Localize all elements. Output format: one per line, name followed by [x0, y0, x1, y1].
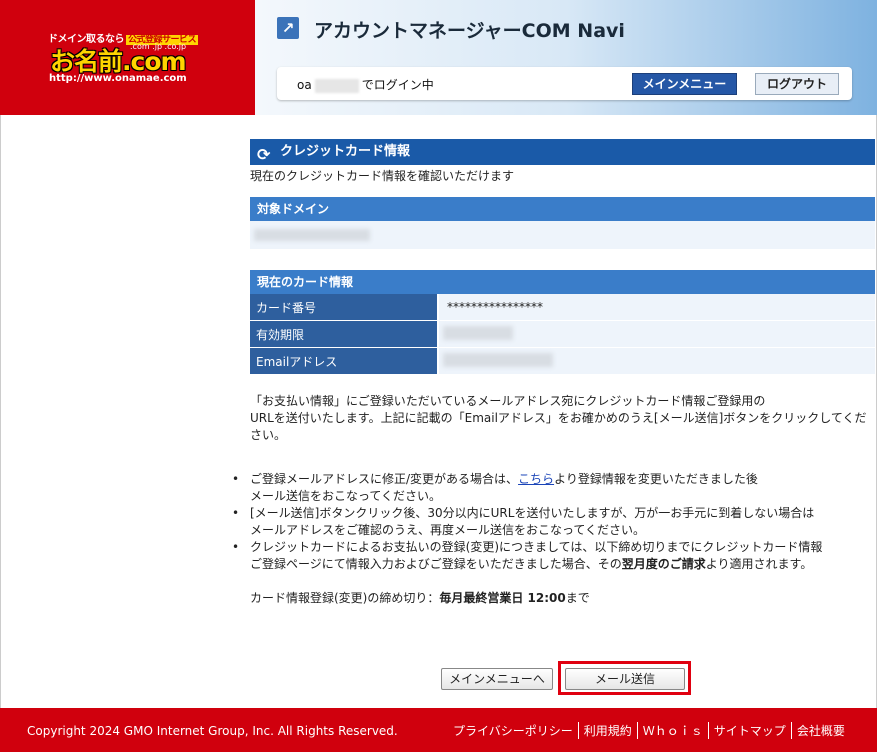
app-title: アカウントマネージャーCOM Navi: [314, 20, 625, 42]
list-item: [メール送信]ボタンクリック後、30分以内にURLを送付いたしますが、万が一お手…: [232, 505, 875, 539]
main-content: ⟳ クレジットカード情報 現在のクレジットカード情報を確認いただけます 対象ドメ…: [232, 139, 875, 606]
expiry-value: [438, 320, 875, 348]
card-info-table: カード番号 **************** 有効期限 Emailアドレス: [250, 294, 875, 375]
main-menu-button[interactable]: メインメニュー: [632, 73, 737, 95]
footer-link-sitemap[interactable]: サイトマップ: [707, 722, 791, 739]
change-registration-link[interactable]: こちら: [518, 472, 554, 486]
footer-link-company[interactable]: 会社概要: [790, 722, 850, 739]
masked-email: [443, 353, 553, 367]
refresh-icon: ⟳: [257, 145, 271, 164]
section-description: 現在のクレジットカード情報を確認いただけます: [250, 169, 515, 183]
target-domain-header: 対象ドメイン: [250, 197, 875, 221]
send-mail-highlight: [558, 661, 691, 695]
login-status-bar: oa でログイン中 メインメニュー ログアウト: [277, 67, 852, 100]
footer: Copyright 2024 GMO Internet Group, Inc. …: [0, 708, 877, 752]
copyright: Copyright 2024 GMO Internet Group, Inc. …: [27, 724, 398, 738]
list-item: クレジットカードによるお支払いの登録(変更)につきましては、以下締め切りまでにク…: [232, 539, 875, 573]
masked-domain: [254, 229, 370, 241]
login-user: oa でログイン中: [297, 78, 434, 93]
footer-link-terms[interactable]: 利用規約: [577, 722, 637, 739]
section-title: ⟳ クレジットカード情報: [250, 139, 875, 165]
email-value: [438, 347, 875, 375]
logout-button[interactable]: ログアウト: [755, 73, 839, 95]
list-item: ご登録メールアドレスに修正/変更がある場合は、こちらより登録情報を変更いただきま…: [232, 471, 875, 505]
logo-url: http://www.onamae.com: [49, 73, 187, 84]
card-info-header: 現在のカード情報: [250, 270, 875, 294]
expiry-label: 有効期限: [250, 320, 439, 348]
email-label: Emailアドレス: [250, 347, 439, 375]
card-number-value: ****************: [438, 294, 875, 321]
masked-username: [314, 78, 359, 93]
logo-tlds: .com .jp .co.jp: [130, 42, 187, 51]
back-to-main-menu-button[interactable]: メインメニューへ: [441, 668, 553, 690]
arrow-icon: ↗: [277, 17, 299, 39]
masked-expiry: [443, 326, 513, 340]
table-row: カード番号 ****************: [250, 294, 875, 321]
info-text: 「お支払い情報」にご登録いただいているメールアドレス宛にクレジットカード情報ご登…: [250, 394, 867, 442]
footer-links: プライバシーポリシー 利用規約 Ｗｈｏｉｓ サイトマップ 会社概要: [453, 722, 850, 739]
table-row: Emailアドレス: [250, 347, 875, 375]
table-row: 有効期限: [250, 320, 875, 348]
footer-link-privacy[interactable]: プライバシーポリシー: [453, 722, 578, 739]
footer-link-whois[interactable]: Ｗｈｏｉｓ: [636, 722, 708, 739]
onamae-logo[interactable]: ドメイン取るなら 公式登録サービス お名前.com .com .jp .co.jp…: [0, 0, 255, 115]
target-domain-value: [250, 221, 875, 249]
deadline-text: カード情報登録(変更)の締め切り：毎月最終営業日 12:00まで: [250, 591, 590, 605]
card-number-label: カード番号: [250, 294, 439, 321]
notes-list: ご登録メールアドレスに修正/変更がある場合は、こちらより登録情報を変更いただきま…: [232, 471, 875, 573]
